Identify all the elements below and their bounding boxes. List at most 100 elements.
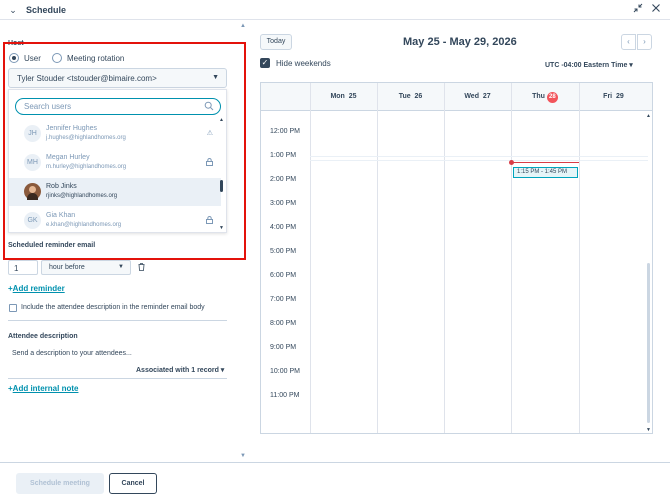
associated-records-label: Associated with 1 record — [136, 367, 219, 374]
scroll-down-icon[interactable]: ▼ — [219, 225, 224, 231]
minimize-icon[interactable] — [632, 3, 644, 15]
hour-label: 6:00 PM — [270, 272, 297, 279]
add-reminder-label: Add reminder — [12, 284, 65, 293]
calendar-scrollbar[interactable]: ▲ ▼ — [646, 112, 652, 433]
user-radio-label: User — [24, 54, 41, 63]
today-badge: 28 — [546, 92, 558, 103]
timezone-label: UTC -04:00 Eastern Time — [545, 62, 628, 69]
dialog-title: Schedule — [26, 5, 67, 15]
attendee-description-input[interactable]: Send a description to your attendees... — [12, 350, 132, 357]
hour-label: 7:00 PM — [270, 296, 297, 303]
warning-icon: ⚠ — [206, 130, 213, 137]
user-name: Megan Hurley — [46, 154, 90, 161]
hour-gridline — [310, 160, 648, 161]
divider — [8, 378, 227, 379]
user-name: Rob Jinks — [46, 183, 77, 190]
calendar-header: Mon 25 Tue 26 Wed 27 Thu 28 Fri 29 — [261, 83, 652, 111]
attendee-description-title: Attendee description — [8, 333, 78, 340]
meeting-details-panel: ▲ Host User Meeting rotation Tyler Stoud… — [0, 20, 250, 462]
host-label: Host — [8, 40, 24, 47]
user-email: j.hughes@highlandhomes.org — [46, 135, 126, 141]
meeting-rotation-label: Meeting rotation — [67, 54, 125, 63]
user-dropdown: Search users JH Jennifer Hughes j.hughes… — [8, 89, 227, 233]
user-option-selected[interactable]: Rob Jinks rjinks@highlandhomes.org — [9, 178, 221, 206]
caret-down-icon: ▼ — [212, 74, 219, 81]
hide-weekends-checkbox[interactable]: ✓ — [260, 58, 270, 68]
calendar-time-grid[interactable]: 12:00 PM 1:00 PM 2:00 PM 3:00 PM 4:00 PM… — [261, 112, 648, 433]
day-header-tue: Tue 26 — [398, 93, 423, 100]
lock-icon — [206, 216, 213, 226]
scroll-down-icon[interactable]: ▼ — [240, 453, 246, 459]
cancel-button[interactable]: Cancel — [109, 473, 157, 494]
hour-label: 8:00 PM — [270, 320, 297, 327]
schedule-meeting-button[interactable]: Schedule meeting — [16, 473, 104, 494]
user-option[interactable]: MH Megan Hurley m.hurley@highlandhomes.o… — [9, 149, 221, 177]
hour-label: 2:00 PM — [270, 176, 297, 183]
hide-weekends-label: Hide weekends — [276, 59, 331, 68]
user-option[interactable]: GK Gia Khan e.khan@highlandhomes.org — [9, 207, 221, 232]
user-option[interactable]: JH Jennifer Hughes j.hughes@highlandhome… — [9, 120, 221, 148]
hour-label: 3:00 PM — [270, 200, 297, 207]
dialog-footer: Schedule meeting Cancel — [0, 462, 670, 500]
proposed-meeting-event[interactable]: 1:15 PM - 1:45 PM — [513, 167, 578, 178]
scroll-down-icon[interactable]: ▼ — [646, 427, 651, 433]
hour-label: 1:00 PM — [270, 152, 297, 159]
hour-label: 10:00 PM — [270, 368, 300, 375]
add-reminder-link[interactable]: +Add reminder — [8, 284, 65, 293]
scroll-up-icon[interactable]: ▲ — [240, 23, 246, 29]
previous-week-button[interactable]: ‹ — [621, 34, 636, 50]
caret-down-icon: ▼ — [118, 264, 124, 270]
hour-label: 5:00 PM — [270, 248, 297, 255]
include-description-label: Include the attendee description in the … — [21, 304, 205, 311]
host-user-value: Tyler Stouder <tstouder@bimaire.com> — [17, 74, 157, 83]
user-name: Gia Khan — [46, 212, 76, 219]
week-calendar: Mon 25 Tue 26 Wed 27 Thu 28 Fri 29 12:00… — [260, 82, 653, 434]
dropdown-scrollbar[interactable]: ▲ ▼ — [219, 117, 224, 231]
host-user-select[interactable]: Tyler Stouder <tstouder@bimaire.com> ▼ — [8, 68, 227, 88]
reminder-unit-select[interactable]: hour before ▼ — [41, 260, 131, 275]
reminder-amount-value: 1 — [14, 264, 19, 273]
dialog-header: ⌄ Schedule — [0, 0, 670, 20]
meeting-rotation-radio[interactable] — [52, 53, 62, 63]
scroll-up-icon[interactable]: ▲ — [646, 113, 651, 119]
hour-label: 12:00 PM — [270, 128, 300, 135]
date-range-title: May 25 - May 29, 2026 — [403, 36, 517, 48]
user-radio[interactable] — [9, 53, 19, 63]
scroll-thumb[interactable] — [220, 180, 223, 192]
hour-gridline — [310, 156, 648, 157]
today-button[interactable]: Today — [260, 34, 292, 50]
user-email: m.hurley@highlandhomes.org — [46, 164, 127, 170]
scroll-up-icon[interactable]: ▲ — [219, 117, 224, 123]
lock-icon — [206, 158, 213, 168]
search-users-input[interactable]: Search users — [15, 98, 221, 115]
add-internal-note-link[interactable]: +Add internal note — [8, 384, 78, 393]
reminder-unit-value: hour before — [49, 264, 85, 271]
hour-label: 11:00 PM — [270, 392, 300, 399]
close-icon[interactable] — [650, 3, 662, 15]
day-header-thu: Thu 28 — [511, 83, 579, 111]
hour-label: 4:00 PM — [270, 224, 297, 231]
scroll-thumb[interactable] — [647, 263, 650, 423]
day-header-fri: Fri 29 — [603, 93, 624, 100]
include-description-checkbox[interactable] — [9, 304, 17, 312]
search-icon — [204, 101, 214, 111]
associated-records-dropdown[interactable]: Associated with 1 record ▾ — [136, 366, 224, 374]
user-email: e.khan@highlandhomes.org — [46, 222, 122, 228]
avatar — [24, 183, 41, 200]
reminder-amount-input[interactable]: 1 — [8, 260, 38, 275]
avatar: JH — [24, 125, 41, 142]
timezone-select[interactable]: UTC -04:00 Eastern Time ▾ — [545, 61, 633, 69]
divider — [8, 320, 227, 321]
search-placeholder: Search users — [24, 102, 72, 111]
trash-icon[interactable] — [138, 263, 145, 273]
current-time-line — [511, 162, 579, 163]
calendar-panel: Today May 25 - May 29, 2026 ‹ › ✓ Hide w… — [252, 20, 670, 462]
day-header-mon: Mon 25 — [330, 93, 357, 100]
day-header-wed: Wed 27 — [464, 93, 491, 100]
chevron-down-icon[interactable]: ⌄ — [7, 4, 19, 16]
next-week-button[interactable]: › — [637, 34, 652, 50]
avatar: MH — [24, 154, 41, 171]
hour-label: 9:00 PM — [270, 344, 297, 351]
user-name: Jennifer Hughes — [46, 125, 97, 132]
avatar: GK — [24, 212, 41, 229]
